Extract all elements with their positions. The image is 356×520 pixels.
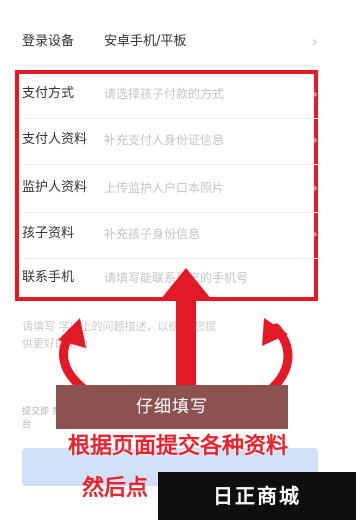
watermark-logo: 日正商城 [158,472,356,520]
caption-line: 然后点 [82,476,149,501]
caption-line: 根据页面提交各种资料 [67,434,288,459]
instruction-banner: 仔细填写 [56,385,288,429]
